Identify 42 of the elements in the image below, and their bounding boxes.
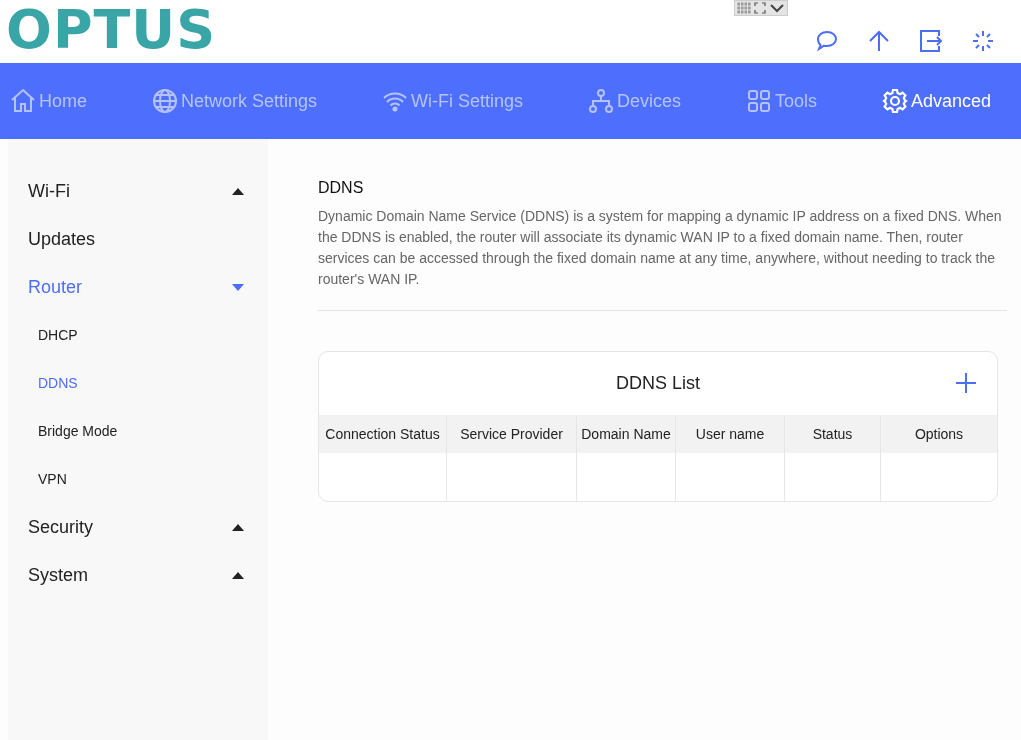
nav-tab[interactable]: Network Settings xyxy=(151,88,318,114)
sidebar-group[interactable]: System xyxy=(8,551,268,599)
card-title: DDNS List xyxy=(616,373,700,394)
nav-tab[interactable]: Wi-Fi Settings xyxy=(382,88,523,114)
caret-icon xyxy=(232,187,244,195)
column-header: Options xyxy=(880,415,997,453)
home-icon xyxy=(10,88,36,114)
column-header: Status xyxy=(784,415,880,453)
network-tree-icon xyxy=(587,88,614,114)
sidebar-item[interactable]: Bridge Mode xyxy=(8,407,268,455)
grid-icon[interactable] xyxy=(737,2,751,14)
caret-icon xyxy=(232,571,244,579)
arrow-up-icon[interactable] xyxy=(867,29,891,53)
column-header: Service Provider xyxy=(446,415,576,453)
chevron-down-icon[interactable] xyxy=(769,2,785,14)
globe-icon xyxy=(151,88,178,114)
spinner-icon[interactable] xyxy=(971,29,995,53)
sidebar-item[interactable]: DHCP xyxy=(8,311,268,359)
nav-tab[interactable]: Devices xyxy=(587,88,681,114)
sidebar-group[interactable]: Wi-Fi xyxy=(8,167,268,215)
caret-icon xyxy=(232,283,244,291)
optus-logo: OPTUS xyxy=(6,2,217,58)
sidebar-group[interactable]: Updates xyxy=(8,215,268,263)
logout-icon[interactable] xyxy=(919,29,943,53)
nav-tab[interactable]: Tools xyxy=(745,88,817,114)
column-header: Connection Status xyxy=(319,415,446,453)
nav-tab[interactable]: Home xyxy=(10,88,87,114)
sidebar-group[interactable]: Router xyxy=(8,263,268,311)
plus-icon[interactable] xyxy=(956,373,976,393)
grid-squares-icon xyxy=(745,88,772,114)
sidebar-item[interactable]: DDNS xyxy=(8,359,268,407)
description-text: Dynamic Domain Name Service (DDNS) is a system for mapping a dynamic IP address on a fixed DNS. When the DDNS is enabled, the router will associate its dynamic WAN IP to a fixed domain name. Then, router services can be accessed through the fixed domain name at any time, anywhere, without needing to track the router's WAN IP. xyxy=(318,207,1003,289)
chat-icon[interactable] xyxy=(815,29,839,53)
column-header: Domain Name xyxy=(576,415,675,453)
sidebar-item[interactable]: VPN xyxy=(8,455,268,503)
gear-icon xyxy=(881,88,908,114)
section-title: DDNS xyxy=(318,179,365,197)
column-header: User name xyxy=(675,415,784,453)
expand-icon[interactable] xyxy=(754,2,766,14)
sidebar-group[interactable]: Security xyxy=(8,503,268,551)
caret-icon xyxy=(232,523,244,531)
nav-tab[interactable]: Advanced xyxy=(881,88,991,114)
